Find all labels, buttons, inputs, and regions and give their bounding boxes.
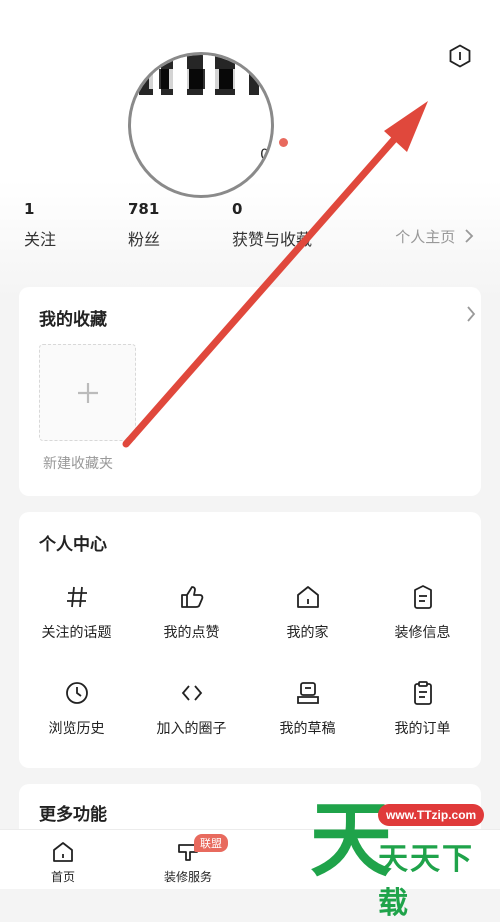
grid-item-joined-circles[interactable]: 加入的圈子: [134, 680, 249, 738]
stat-followers[interactable]: 781 粉丝: [128, 200, 160, 250]
favorites-title: 我的收藏: [39, 310, 107, 330]
document-icon: [413, 585, 432, 609]
grid-item-my-likes[interactable]: 我的点赞: [134, 584, 249, 642]
grid-item-label: 加入的圈子: [156, 721, 227, 737]
tab-home[interactable]: 首页: [23, 840, 103, 885]
stat-following[interactable]: 1 关注: [24, 200, 56, 250]
settings-hexagon-icon[interactable]: [448, 44, 472, 68]
hashtag-icon: [66, 586, 87, 608]
grid-item-history[interactable]: 浏览历史: [19, 680, 134, 738]
stat-likes[interactable]: 0 获赞与收藏: [232, 200, 312, 250]
alliance-badge: 联盟: [194, 834, 228, 852]
chevron-right-icon: [465, 229, 474, 243]
personal-center-title: 个人中心: [39, 535, 107, 555]
grid-item-my-home[interactable]: 我的家: [250, 584, 365, 642]
grid-item-label: 关注的话题: [41, 625, 112, 641]
clock-icon: [65, 682, 88, 704]
notification-dot: [279, 138, 288, 147]
grid-item-label: 浏览历史: [48, 721, 105, 737]
new-folder-label: 新建收藏夹: [43, 456, 113, 472]
stat-following-label: 关注: [24, 230, 57, 249]
code-brackets-icon: [181, 685, 202, 701]
tab-home-label: 首页: [50, 870, 75, 884]
watermark-url: www.TTzip.com: [378, 804, 485, 826]
grid-item-label: 装修信息: [394, 625, 451, 641]
new-favorites-folder-button[interactable]: [39, 344, 136, 441]
grid-item-my-orders[interactable]: 我的订单: [365, 680, 480, 738]
grid-item-label: 我的家: [286, 625, 329, 641]
grid-item-my-drafts[interactable]: 我的草稿: [250, 680, 365, 738]
favorites-more-chevron-icon[interactable]: [466, 306, 476, 326]
grid-item-renovation-info[interactable]: 装修信息: [365, 584, 480, 642]
stat-likes-count: 0: [232, 200, 243, 218]
more-functions-title: 更多功能: [39, 805, 107, 825]
house-icon: [296, 586, 319, 608]
avatar[interactable]: 0: [128, 52, 288, 198]
stat-followers-count: 781: [128, 200, 160, 218]
grid-item-label: 我的点赞: [163, 625, 220, 641]
watermark-text: 天天下载: [378, 842, 474, 921]
plus-icon: [78, 383, 98, 403]
avatar-image: 0: [128, 52, 274, 198]
draft-icon: [296, 682, 319, 704]
stat-likes-label: 获赞与收藏: [232, 230, 313, 249]
personal-homepage-link[interactable]: 个人主页: [395, 226, 474, 247]
grid-item-followed-topics[interactable]: 关注的话题: [19, 584, 134, 642]
personal-homepage-label: 个人主页: [395, 228, 456, 246]
avatar-overlay-text: 0: [260, 147, 269, 163]
clipboard-icon: [413, 681, 432, 705]
home-icon: [53, 842, 73, 862]
tab-renovation-service-label: 装修服务: [163, 870, 212, 884]
grid-item-label: 我的订单: [394, 721, 451, 737]
thumbs-up-icon: [180, 586, 203, 608]
stat-followers-label: 粉丝: [128, 230, 161, 249]
grid-item-label: 我的草稿: [279, 721, 336, 737]
stat-following-count: 1: [24, 200, 35, 218]
